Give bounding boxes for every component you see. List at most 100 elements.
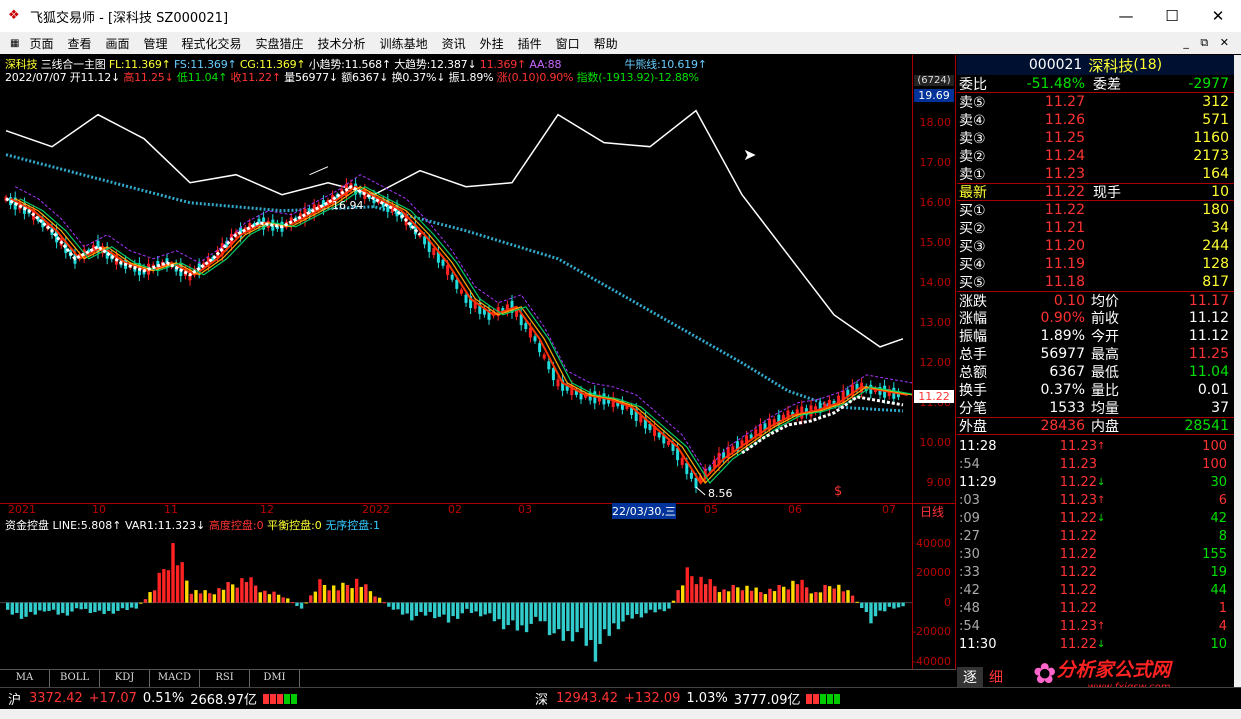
menu-app-icon[interactable]: ▦ [0, 38, 23, 49]
minimize-button[interactable]: — [1103, 0, 1149, 32]
stock-code: 000021 [1028, 57, 1083, 73]
menu-item-program-trade[interactable]: 程式化交易 [176, 35, 250, 52]
tab-rsi[interactable]: RSI [200, 670, 250, 687]
latest-label: 最新 [959, 185, 987, 201]
indicator-bar [460, 602, 464, 614]
indicator-bar [423, 602, 428, 616]
tick-row: 11:29 11.22 ↓ 30 [957, 473, 1234, 491]
sell-price: 11.24 [1044, 148, 1085, 164]
menu-item-page[interactable]: 页面 [23, 35, 61, 52]
maximize-button[interactable]: ☐ [1149, 0, 1195, 32]
indicator-bar [497, 602, 501, 620]
date-tick: 03 [518, 503, 532, 516]
tab-zhubi[interactable]: 逐 [957, 667, 983, 687]
mdi-controls-icon[interactable]: _ ⧉ ✕ [1183, 36, 1233, 50]
buy-price: 11.19 [1044, 256, 1085, 272]
menu-item-window[interactable]: 窗口 [550, 35, 588, 52]
indicator-bar [483, 602, 487, 615]
indicator-bar [768, 588, 772, 603]
indicator-bar [15, 602, 19, 613]
indicator-bar [120, 602, 125, 609]
buy-label: 买② [959, 221, 986, 237]
tick-time: :09 [959, 510, 980, 526]
indicator-bar [272, 591, 276, 603]
indicator-bar [240, 578, 244, 603]
index-status-bar: 沪 3372.42 +17.07 0.51% 2668.97亿 深 12943.… [0, 687, 1241, 709]
indicator-bar [19, 602, 24, 619]
buy-row[interactable]: 买① 11.22 180 [957, 201, 1234, 219]
stat-value-a: 1.89% [1040, 328, 1085, 344]
indicator-bar [589, 602, 593, 641]
price-tick: 9.00 [926, 475, 952, 489]
menu-item-train[interactable]: 训练基地 [374, 35, 436, 52]
menu-item-help[interactable]: 帮助 [588, 35, 626, 52]
sell-label: 卖③ [959, 131, 986, 147]
candle-body [455, 279, 459, 289]
indicator-bar [38, 602, 42, 611]
indicator-bar [501, 602, 506, 630]
indicator-bar [226, 582, 230, 603]
indicator-bar [561, 602, 566, 641]
sell-row[interactable]: 卖⑤ 11.27 312 [957, 93, 1234, 111]
indicator-bar [795, 584, 800, 603]
menu-item-plugins[interactable]: 插件 [512, 35, 550, 52]
tab-macd[interactable]: MACD [150, 670, 200, 687]
indicator-tick: -20000 [912, 625, 951, 639]
indicator-bar [662, 602, 667, 612]
indicator-bar [139, 602, 143, 604]
menu-item-tech[interactable]: 技术分析 [312, 35, 374, 52]
indicator-bar [235, 587, 239, 603]
tick-row: 11:30 11.22 ↓ 10 [957, 635, 1234, 653]
indicator-bar [382, 602, 386, 604]
app-logo-icon: ❖ [8, 8, 20, 23]
candle-body [666, 440, 670, 445]
stat-value-a: 1533 [1049, 400, 1085, 416]
indicator-bar [148, 592, 152, 603]
buy-row[interactable]: 买③ 11.20 244 [957, 237, 1234, 255]
candle-body [464, 294, 468, 303]
menu-item-plugin-ext[interactable]: 外挂 [474, 35, 512, 52]
indicator-bar [437, 602, 442, 617]
stat-label-a: 振幅 [959, 329, 987, 345]
kline-chart[interactable]: 深科技 三线合一主图 FL:11.369↑ FS:11.369↑ CG:11.3… [0, 55, 956, 669]
stat-value-b: 0.01 [1197, 382, 1229, 398]
tab-xi[interactable]: 细 [983, 667, 1009, 687]
tick-time: 11:29 [959, 474, 997, 490]
now-hand-value: 10 [1211, 184, 1229, 200]
indicator-bar [350, 588, 354, 603]
menu-item-info[interactable]: 资讯 [436, 35, 474, 52]
sell-row[interactable]: 卖③ 11.25 1160 [957, 129, 1234, 147]
candle-body [547, 361, 551, 370]
tab-kdj[interactable]: KDJ [100, 670, 150, 687]
tab-ma[interactable]: MA [0, 670, 50, 687]
sell-price: 11.23 [1044, 166, 1085, 182]
stat-row: 总手 56977 最高 11.25 [957, 345, 1234, 363]
tick-price: 11.23 [1059, 618, 1097, 634]
indicator-bar [377, 597, 382, 603]
sell-volume: 571 [1202, 112, 1229, 128]
close-button[interactable]: ✕ [1195, 0, 1241, 32]
buy-row[interactable]: 买② 11.21 34 [957, 219, 1234, 237]
indicator-bar [336, 590, 341, 603]
menu-item-live[interactable]: 实盘猎庄 [250, 35, 312, 52]
buy-row[interactable]: 买⑤ 11.18 817 [957, 273, 1234, 291]
tab-dmi[interactable]: DMI [250, 670, 300, 687]
tick-row: 11:28 11.23 ↑ 100 [957, 437, 1234, 455]
tab-boll[interactable]: BOLL [50, 670, 100, 687]
indicator-bar [782, 586, 786, 603]
tick-price: 11.23 [1059, 438, 1097, 454]
indicator-bar [405, 602, 409, 614]
menu-item-canvas[interactable]: 画面 [99, 35, 137, 52]
sell-row[interactable]: 卖④ 11.26 571 [957, 111, 1234, 129]
buy-row[interactable]: 买④ 11.19 128 [957, 255, 1234, 273]
sell-row[interactable]: 卖① 11.23 164 [957, 165, 1234, 183]
menu-item-view[interactable]: 查看 [61, 35, 99, 52]
period-label[interactable]: 日线 [920, 503, 944, 520]
weibi-row: 委比 -51.48% 委差 -2977 [957, 75, 1234, 93]
sell-row[interactable]: 卖② 11.24 2173 [957, 147, 1234, 165]
price-tick: 17.00 [919, 155, 952, 169]
indicator-bar [648, 602, 653, 610]
menu-item-manage[interactable]: 管理 [138, 35, 176, 52]
stat-label-a: 分笔 [959, 401, 987, 417]
weibi-label: 委比 [959, 76, 987, 93]
